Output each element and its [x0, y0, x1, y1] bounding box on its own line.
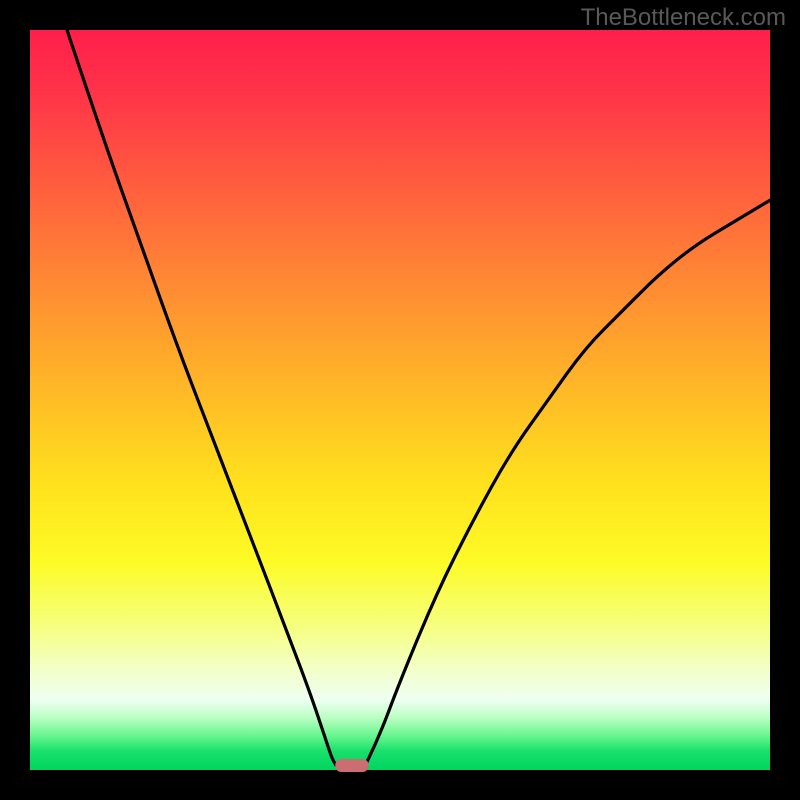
- watermark-text: TheBottleneck.com: [581, 4, 786, 32]
- plot-background: [30, 30, 770, 770]
- chart-frame: TheBottleneck.com: [0, 0, 800, 800]
- bottleneck-chart: [0, 0, 800, 800]
- min-marker: [335, 759, 368, 772]
